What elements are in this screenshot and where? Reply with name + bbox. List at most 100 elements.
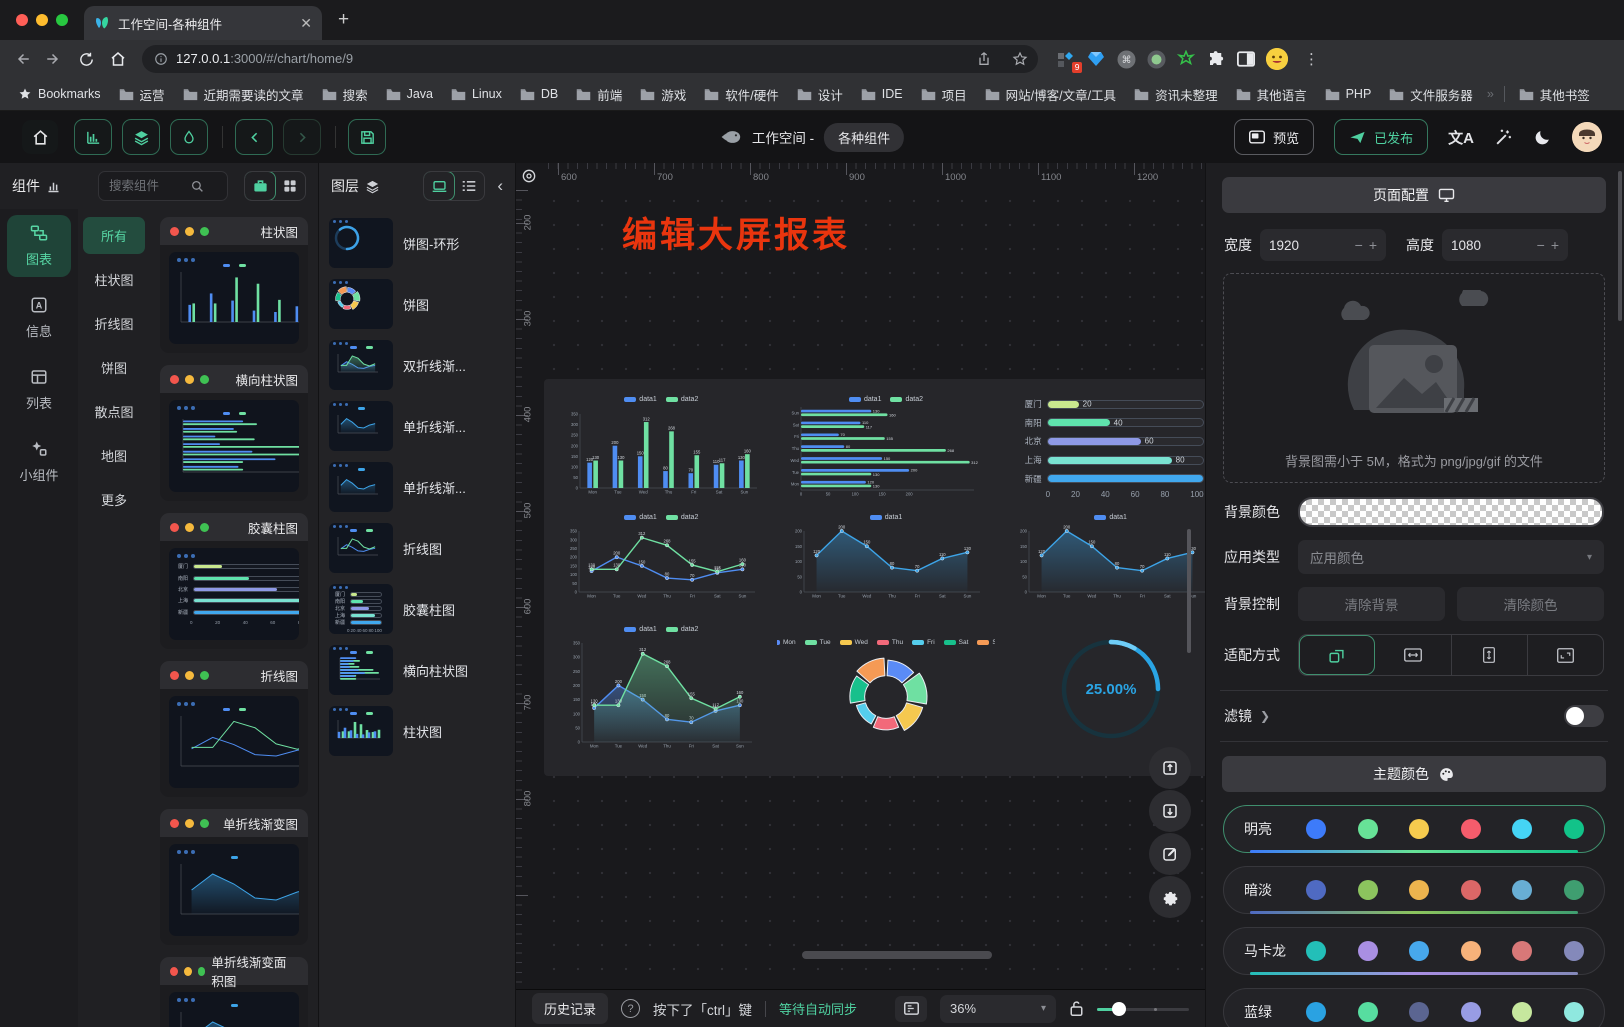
horizontal-scrollbar-thumb[interactable] <box>802 951 992 959</box>
sidebar-item-3[interactable]: 列表 <box>7 359 71 421</box>
canvas-area[interactable]: 6007008009001000110012001300 20030040050… <box>516 163 1205 1027</box>
bookmark-item[interactable]: 项目 <box>913 82 975 107</box>
sidepanel-icon[interactable] <box>1236 49 1256 69</box>
component-card[interactable]: 胶囊柱图厦门南阳北京上海新疆020406080100 <box>160 513 308 649</box>
capsule-bar-chart[interactable]: 厦门20南阳40北京60上海80新疆100020406080100 <box>1001 389 1205 505</box>
bookmark-item[interactable]: 搜索 <box>314 82 376 107</box>
layer-item[interactable]: 双折线渐... <box>327 339 507 391</box>
bookmark-item[interactable]: 软件/硬件 <box>696 82 786 107</box>
home-button[interactable] <box>22 120 58 154</box>
bookmark-star-icon[interactable] <box>1006 45 1034 73</box>
single-line-chart[interactable]: data1050100150200MonTueWedThuFriSatSun12… <box>777 511 996 605</box>
bookmarks-root[interactable]: Bookmarks <box>10 84 109 104</box>
increment-icon[interactable]: + <box>1369 237 1377 253</box>
theme-row-明亮[interactable]: 明亮 <box>1223 805 1605 853</box>
clear-background-button[interactable]: 清除背景 <box>1298 587 1445 621</box>
bookmark-item[interactable]: Java <box>378 84 441 104</box>
bookmark-item[interactable]: 设计 <box>789 82 851 107</box>
theme-color-header[interactable]: 主题颜色 <box>1222 756 1606 792</box>
tab-close-icon[interactable]: ✕ <box>300 15 312 32</box>
app-type-select[interactable]: 应用颜色▾ <box>1298 540 1604 574</box>
pinned-extension-icon[interactable]: 9 <box>1056 49 1076 69</box>
help-icon[interactable]: ? <box>621 999 640 1018</box>
dual-line-chart[interactable]: data1data2050100150200250300350MonTueWed… <box>552 511 771 605</box>
bookmark-item[interactable]: 文件服务器 <box>1381 82 1481 107</box>
category-item[interactable]: 更多 <box>83 481 145 518</box>
clear-color-button[interactable]: 清除颜色 <box>1457 587 1604 621</box>
dark-mode-icon[interactable] <box>1533 128 1552 147</box>
reload-icon[interactable] <box>72 45 100 73</box>
language-toggle-icon[interactable]: 文A <box>1448 127 1474 148</box>
theme-row-马卡龙[interactable]: 马卡龙 <box>1223 927 1605 975</box>
category-item[interactable]: 所有 <box>83 217 145 254</box>
fit-width-button[interactable] <box>1375 635 1451 675</box>
category-item[interactable]: 地图 <box>83 437 145 474</box>
category-item[interactable]: 饼图 <box>83 349 145 386</box>
maximize-window-button[interactable] <box>56 14 68 26</box>
export-button[interactable] <box>1149 747 1191 789</box>
sidebar-item-4[interactable]: 小组件 <box>7 431 71 493</box>
grouped-bar-chart[interactable]: data1data2050100150200250300350120130Mon… <box>552 389 771 505</box>
component-card[interactable]: 横向柱状图 <box>160 365 308 501</box>
user-avatar[interactable] <box>1572 122 1602 152</box>
minimize-window-button[interactable] <box>36 14 48 26</box>
layers-panel-toggle[interactable] <box>122 119 160 155</box>
bg-color-swatch[interactable] <box>1298 497 1604 527</box>
ruler-eye-icon[interactable] <box>516 163 542 189</box>
component-card[interactable]: 单折线渐变面积图 <box>160 957 308 1027</box>
bookmark-item[interactable]: 网站/博客/文章/工具 <box>977 82 1124 107</box>
settings-button[interactable] <box>1149 876 1191 918</box>
save-button[interactable] <box>348 119 386 155</box>
star-extension-icon[interactable] <box>1176 49 1196 69</box>
decrement-icon[interactable]: − <box>1355 237 1363 253</box>
zoom-select[interactable]: 36%▾ <box>940 995 1056 1023</box>
decrement-icon[interactable]: − <box>1537 237 1545 253</box>
sidebar-item-1[interactable]: 图表 <box>7 215 71 277</box>
layout-toggle-button[interactable] <box>895 996 927 1022</box>
gem-extension-icon[interactable] <box>1086 49 1106 69</box>
project-name-badge[interactable]: 各种组件 <box>824 123 904 152</box>
category-item[interactable]: 折线图 <box>83 305 145 342</box>
layer-item[interactable]: 单折线渐... <box>327 461 507 513</box>
layer-item[interactable]: 饼图 <box>327 278 507 330</box>
category-item[interactable]: 散点图 <box>83 393 145 430</box>
layer-item[interactable]: 单折线渐... <box>327 400 507 452</box>
page-config-header[interactable]: 页面配置 <box>1222 177 1606 213</box>
pie-donut-chart[interactable]: MonTueWedThuFriSatSun <box>777 611 996 766</box>
lock-icon[interactable] <box>1069 1000 1084 1017</box>
bookmark-item[interactable]: 资讯未整理 <box>1126 82 1226 107</box>
dashboard[interactable]: data1data2050100150200250300350120130Mon… <box>544 379 1205 776</box>
component-card[interactable]: 柱状图 <box>160 217 308 353</box>
record-extension-icon[interactable] <box>1146 49 1166 69</box>
search-input-wrap[interactable] <box>98 171 228 201</box>
bookmark-item[interactable]: 其他语言 <box>1228 82 1315 107</box>
import-button[interactable] <box>1149 790 1191 832</box>
undo-button[interactable] <box>235 119 273 155</box>
magic-wand-icon[interactable] <box>1494 128 1513 147</box>
theme-row-蓝绿[interactable]: 蓝绿 <box>1223 988 1605 1027</box>
bookmark-item[interactable]: 运营 <box>111 82 173 107</box>
bookmark-item[interactable]: 前端 <box>568 82 630 107</box>
site-info-icon[interactable] <box>154 52 168 66</box>
bookmark-item[interactable]: 游戏 <box>632 82 694 107</box>
layer-item[interactable]: 柱状图 <box>327 705 507 757</box>
bookmark-item[interactable]: 近期需要读的文章 <box>175 82 312 107</box>
command-extension-icon[interactable]: ⌘ <box>1116 49 1136 69</box>
close-window-button[interactable] <box>16 14 28 26</box>
bookmarks-overflow-icon[interactable]: » <box>1483 87 1498 101</box>
vertical-scrollbar-thumb[interactable] <box>1187 529 1191 653</box>
browser-tab[interactable]: 工作空间-各种组件 ✕ <box>84 6 322 40</box>
collapse-panel-icon[interactable]: ‹ <box>497 176 503 196</box>
dual-line-area-chart[interactable]: data1data2050100150200250300350MonTueWed… <box>552 611 771 766</box>
bookmark-item[interactable]: IDE <box>853 84 911 104</box>
background-upload-dropzone[interactable]: 背景图需小于 5M，格式为 png/jpg/gif 的文件 <box>1223 273 1605 483</box>
grid-view-toggle[interactable] <box>275 172 305 200</box>
theme-row-暗淡[interactable]: 暗淡 <box>1223 866 1605 914</box>
height-input[interactable]: 1080−+ <box>1442 229 1568 261</box>
width-input[interactable]: 1920−+ <box>1260 229 1386 261</box>
bookmark-item[interactable]: Linux <box>443 84 510 104</box>
zoom-slider[interactable] <box>1097 1002 1189 1016</box>
publish-button[interactable]: 已发布 <box>1334 119 1428 155</box>
layer-item[interactable]: 饼图-环形 <box>327 217 507 269</box>
fit-scale-button[interactable] <box>1299 635 1375 675</box>
